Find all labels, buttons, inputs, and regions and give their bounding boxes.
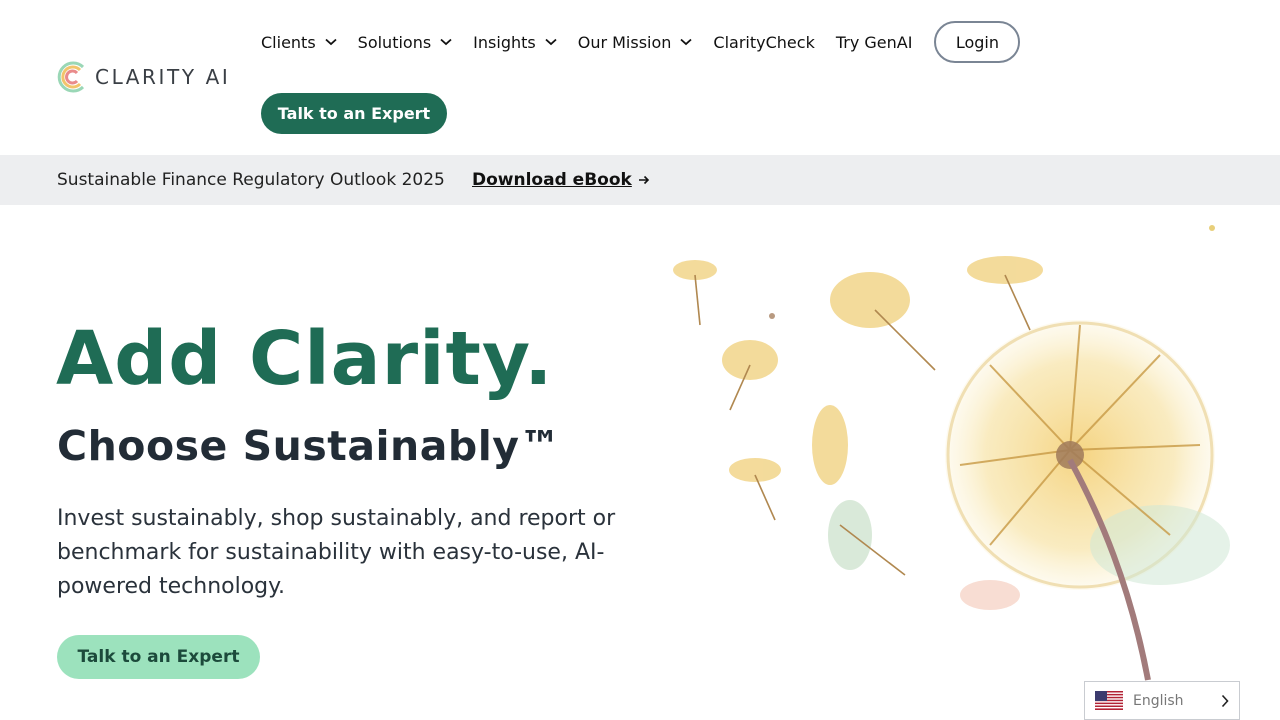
chevron-down-icon xyxy=(325,38,337,46)
nav-label: Our Mission xyxy=(577,32,672,52)
download-ebook-label: Download eBook xyxy=(472,170,632,190)
hero-talk-to-expert-button[interactable]: Talk to an Expert xyxy=(57,635,260,679)
login-button[interactable]: Login xyxy=(934,21,1021,63)
site-header: CLARITY AI Clients Solutions Insights Ou… xyxy=(0,0,1280,155)
chevron-right-icon xyxy=(1221,694,1229,708)
brand-logo[interactable]: CLARITY AI xyxy=(57,59,230,95)
hero-title: Add Clarity. xyxy=(56,316,554,402)
banner-text: Sustainable Finance Regulatory Outlook 2… xyxy=(57,170,445,190)
nav-item-claritycheck[interactable]: ClarityCheck xyxy=(713,21,814,63)
chevron-down-icon xyxy=(440,38,452,46)
dandelion-illustration xyxy=(673,225,1230,681)
language-selector[interactable]: English xyxy=(1084,681,1240,720)
nav-item-insights[interactable]: Insights xyxy=(473,21,557,63)
nav-item-try-genai[interactable]: Try GenAI xyxy=(836,21,913,63)
nav-label: Clients xyxy=(261,32,316,52)
nav-item-our-mission[interactable]: Our Mission xyxy=(578,21,693,63)
main-nav: Clients Solutions Insights Our Mission C… xyxy=(261,21,1021,63)
language-label: English xyxy=(1133,692,1184,709)
header-talk-to-expert-button[interactable]: Talk to an Expert xyxy=(261,93,447,134)
nav-label: ClarityCheck xyxy=(713,32,815,52)
chevron-down-icon xyxy=(545,38,557,46)
us-flag-icon xyxy=(1095,691,1123,710)
arrow-right-icon xyxy=(638,175,649,185)
nav-item-solutions[interactable]: Solutions xyxy=(358,21,453,63)
hero-subtitle: Choose Sustainably™ xyxy=(57,422,562,470)
nav-label: Insights xyxy=(473,32,536,52)
hero-description: Invest sustainably, shop sustainably, an… xyxy=(57,506,616,599)
nav-item-clients[interactable]: Clients xyxy=(261,21,337,63)
nav-label: Try GenAI xyxy=(835,32,913,52)
announcement-banner: Sustainable Finance Regulatory Outlook 2… xyxy=(0,155,1280,205)
nav-label: Solutions xyxy=(357,32,432,52)
download-ebook-link[interactable]: Download eBook xyxy=(472,170,650,190)
chevron-down-icon xyxy=(680,38,693,46)
clarity-logo-icon xyxy=(57,61,85,93)
brand-name: CLARITY AI xyxy=(95,65,231,89)
